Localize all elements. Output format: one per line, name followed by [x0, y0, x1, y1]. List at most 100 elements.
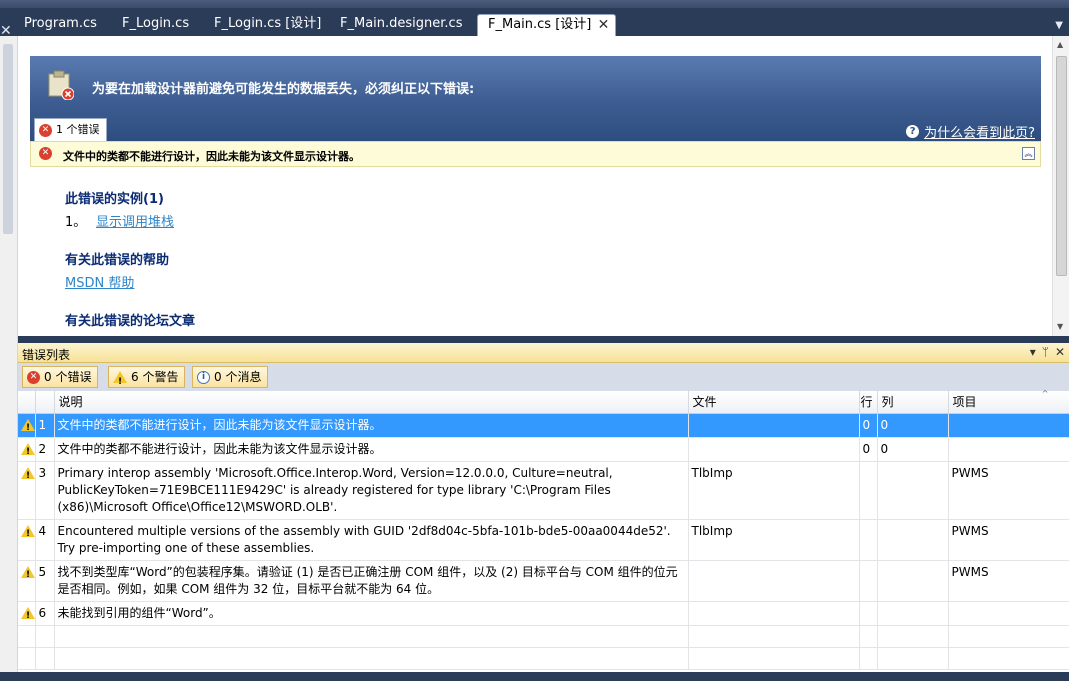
- forum-heading: 有关此错误的论坛文章: [65, 314, 196, 329]
- tab-program-cs[interactable]: Program.cs: [14, 14, 107, 36]
- tab-error-count[interactable]: ✕ 1 个错误: [34, 118, 107, 141]
- close-icon[interactable]: ✕: [1055, 345, 1065, 359]
- error-message-text: 文件中的类都不能进行设计，因此未能为该文件显示设计器。: [63, 150, 360, 163]
- errors-filter-label: 0 个错误: [44, 370, 92, 384]
- tab-label: F_Login.cs: [122, 16, 190, 31]
- document-tab-bar: ✕ Program.cs F_Login.cs F_Login.cs [设计] …: [0, 8, 1069, 38]
- row-description: Encountered multiple versions of the ass…: [54, 519, 689, 561]
- row-file: [688, 413, 860, 438]
- row-file: [688, 560, 860, 602]
- table-row[interactable]: 4 Encountered multiple versions of the a…: [18, 519, 1069, 561]
- row-description: 文件中的类都不能进行设计，因此未能为该文件显示设计器。: [54, 437, 689, 462]
- row-project: [948, 601, 1069, 626]
- table-row[interactable]: 1 文件中的类都不能进行设计，因此未能为该文件显示设计器。 0 0: [18, 413, 1069, 438]
- tab-label: F_Main.designer.cs: [340, 16, 463, 31]
- row-number: 1: [35, 413, 55, 438]
- row-column: 0: [877, 437, 949, 462]
- instance-number: 1。: [65, 215, 87, 230]
- row-column: [877, 560, 949, 602]
- error-icon: ✕: [27, 370, 40, 384]
- error-tab-label: 1 个错误: [56, 123, 100, 136]
- row-project: PWMS: [948, 519, 1069, 561]
- chevron-down-icon[interactable]: ▼: [1055, 20, 1063, 31]
- designer-error-page: 为要在加载设计器前避免可能发生的数据丢失，必须纠正以下错误: ✕ 1 个错误 ?…: [18, 36, 1069, 336]
- warnings-filter-button[interactable]: 6 个警告: [108, 366, 186, 392]
- instances-heading: 此错误的实例(1): [65, 192, 164, 207]
- warning-icon: [113, 371, 127, 392]
- tab-f-login-design[interactable]: F_Login.cs [设计]: [204, 14, 331, 36]
- col-column[interactable]: 列: [877, 391, 949, 414]
- table-row[interactable]: 5 找不到类型库“Word”的包装程序集。请验证 (1) 是否已正确注册 COM…: [18, 560, 1069, 602]
- row-number: 2: [35, 437, 55, 462]
- col-project[interactable]: 项目 ^: [948, 389, 1069, 414]
- messages-filter-button[interactable]: i 0 个消息: [192, 366, 269, 388]
- col-icon[interactable]: [18, 391, 36, 414]
- row-project: PWMS: [948, 560, 1069, 602]
- row-column: [877, 519, 949, 561]
- col-file[interactable]: 文件: [688, 391, 860, 414]
- close-icon[interactable]: ✕: [598, 15, 610, 35]
- chevron-down-icon[interactable]: ▾: [1030, 345, 1036, 359]
- errors-filter-button[interactable]: ✕ 0 个错误: [22, 366, 99, 388]
- error-banner: 为要在加载设计器前避免可能发生的数据丢失，必须纠正以下错误: ✕ 1 个错误 ?…: [30, 56, 1041, 141]
- why-see-page-link[interactable]: ? 为什么会看到此页?: [906, 122, 1035, 141]
- row-line: 0: [859, 437, 878, 462]
- msdn-help-link[interactable]: MSDN 帮助: [65, 272, 134, 291]
- left-gutter: [0, 36, 18, 681]
- designer-scrollbar[interactable]: ▲ ▼: [1052, 36, 1069, 336]
- tab-label: Program.cs: [24, 16, 97, 31]
- table-row[interactable]: 6 未能找到引用的组件“Word”。: [18, 601, 1069, 626]
- row-line: [859, 601, 878, 626]
- collapse-icon[interactable]: ︽: [1022, 147, 1035, 160]
- row-number: 4: [35, 519, 55, 561]
- row-project: [948, 413, 1069, 438]
- row-project: PWMS: [948, 461, 1069, 520]
- scroll-up-icon[interactable]: ▲: [1057, 40, 1063, 49]
- tab-f-login-cs[interactable]: F_Login.cs: [112, 14, 199, 36]
- row-number: 3: [35, 461, 55, 520]
- row-description: 文件中的类都不能进行设计，因此未能为该文件显示设计器。: [54, 413, 689, 438]
- warning-icon: [21, 606, 35, 625]
- why-link-label: 为什么会看到此页?: [924, 126, 1035, 141]
- sort-caret-icon: ^: [1041, 389, 1049, 398]
- col-num[interactable]: [35, 391, 55, 414]
- tab-f-main-designer-cs[interactable]: F_Main.designer.cs: [330, 14, 472, 36]
- empty-row: [18, 625, 1069, 648]
- scroll-down-icon[interactable]: ▼: [1057, 322, 1063, 331]
- error-list-filter-bar: ✕ 0 个错误 6 个警告 i 0 个消息: [18, 363, 1069, 392]
- empty-row: [18, 647, 1069, 670]
- row-file: [688, 601, 860, 626]
- panel-title: 错误列表: [22, 348, 71, 362]
- bottom-edge: [0, 672, 1069, 681]
- row-number: 6: [35, 601, 55, 626]
- col-description[interactable]: 说明: [54, 391, 689, 414]
- warning-icon: [21, 442, 35, 461]
- row-line: [859, 461, 878, 520]
- row-description: Primary interop assembly 'Microsoft.Offi…: [54, 461, 689, 520]
- tab-f-main-design[interactable]: F_Main.cs [设计] ✕: [477, 14, 617, 36]
- clipboard-error-icon: [48, 70, 74, 100]
- row-line: [859, 560, 878, 602]
- col-line[interactable]: 行: [859, 391, 878, 414]
- error-icon: ✕: [39, 147, 52, 160]
- error-message-row[interactable]: ✕ 文件中的类都不能进行设计，因此未能为该文件显示设计器。 ︽: [30, 141, 1041, 167]
- error-list-title-bar: 错误列表 ▾ ᛘ ✕: [18, 343, 1069, 363]
- row-column: [877, 601, 949, 626]
- error-table: 说明 文件 行 列 项目 ^ 1 文件中的类都不能进行设计，因此未能为该文件显示…: [18, 389, 1069, 670]
- warnings-filter-label: 6 个警告: [131, 370, 179, 384]
- show-call-stack-link[interactable]: 显示调用堆栈: [96, 211, 174, 230]
- info-icon: i: [197, 370, 210, 384]
- row-line: 0: [859, 413, 878, 438]
- banner-title: 为要在加载设计器前避免可能发生的数据丢失，必须纠正以下错误:: [92, 82, 475, 97]
- error-list-panel: 错误列表 ▾ ᛘ ✕ ✕ 0 个错误 6 个警告 i 0 个消息: [18, 343, 1069, 681]
- top-menu-strip: [0, 0, 1069, 8]
- left-scroll-thumb[interactable]: [3, 44, 13, 234]
- pin-icon[interactable]: ᛘ: [1042, 345, 1049, 359]
- table-row[interactable]: 3 Primary interop assembly 'Microsoft.Of…: [18, 461, 1069, 520]
- row-description: 找不到类型库“Word”的包装程序集。请验证 (1) 是否已正确注册 COM 组…: [54, 560, 689, 602]
- table-row[interactable]: 2 文件中的类都不能进行设计，因此未能为该文件显示设计器。 0 0: [18, 437, 1069, 462]
- scroll-thumb[interactable]: [1056, 56, 1067, 276]
- messages-filter-label: 0 个消息: [214, 370, 262, 384]
- warning-icon: [21, 524, 35, 543]
- row-file: TlbImp: [688, 461, 860, 520]
